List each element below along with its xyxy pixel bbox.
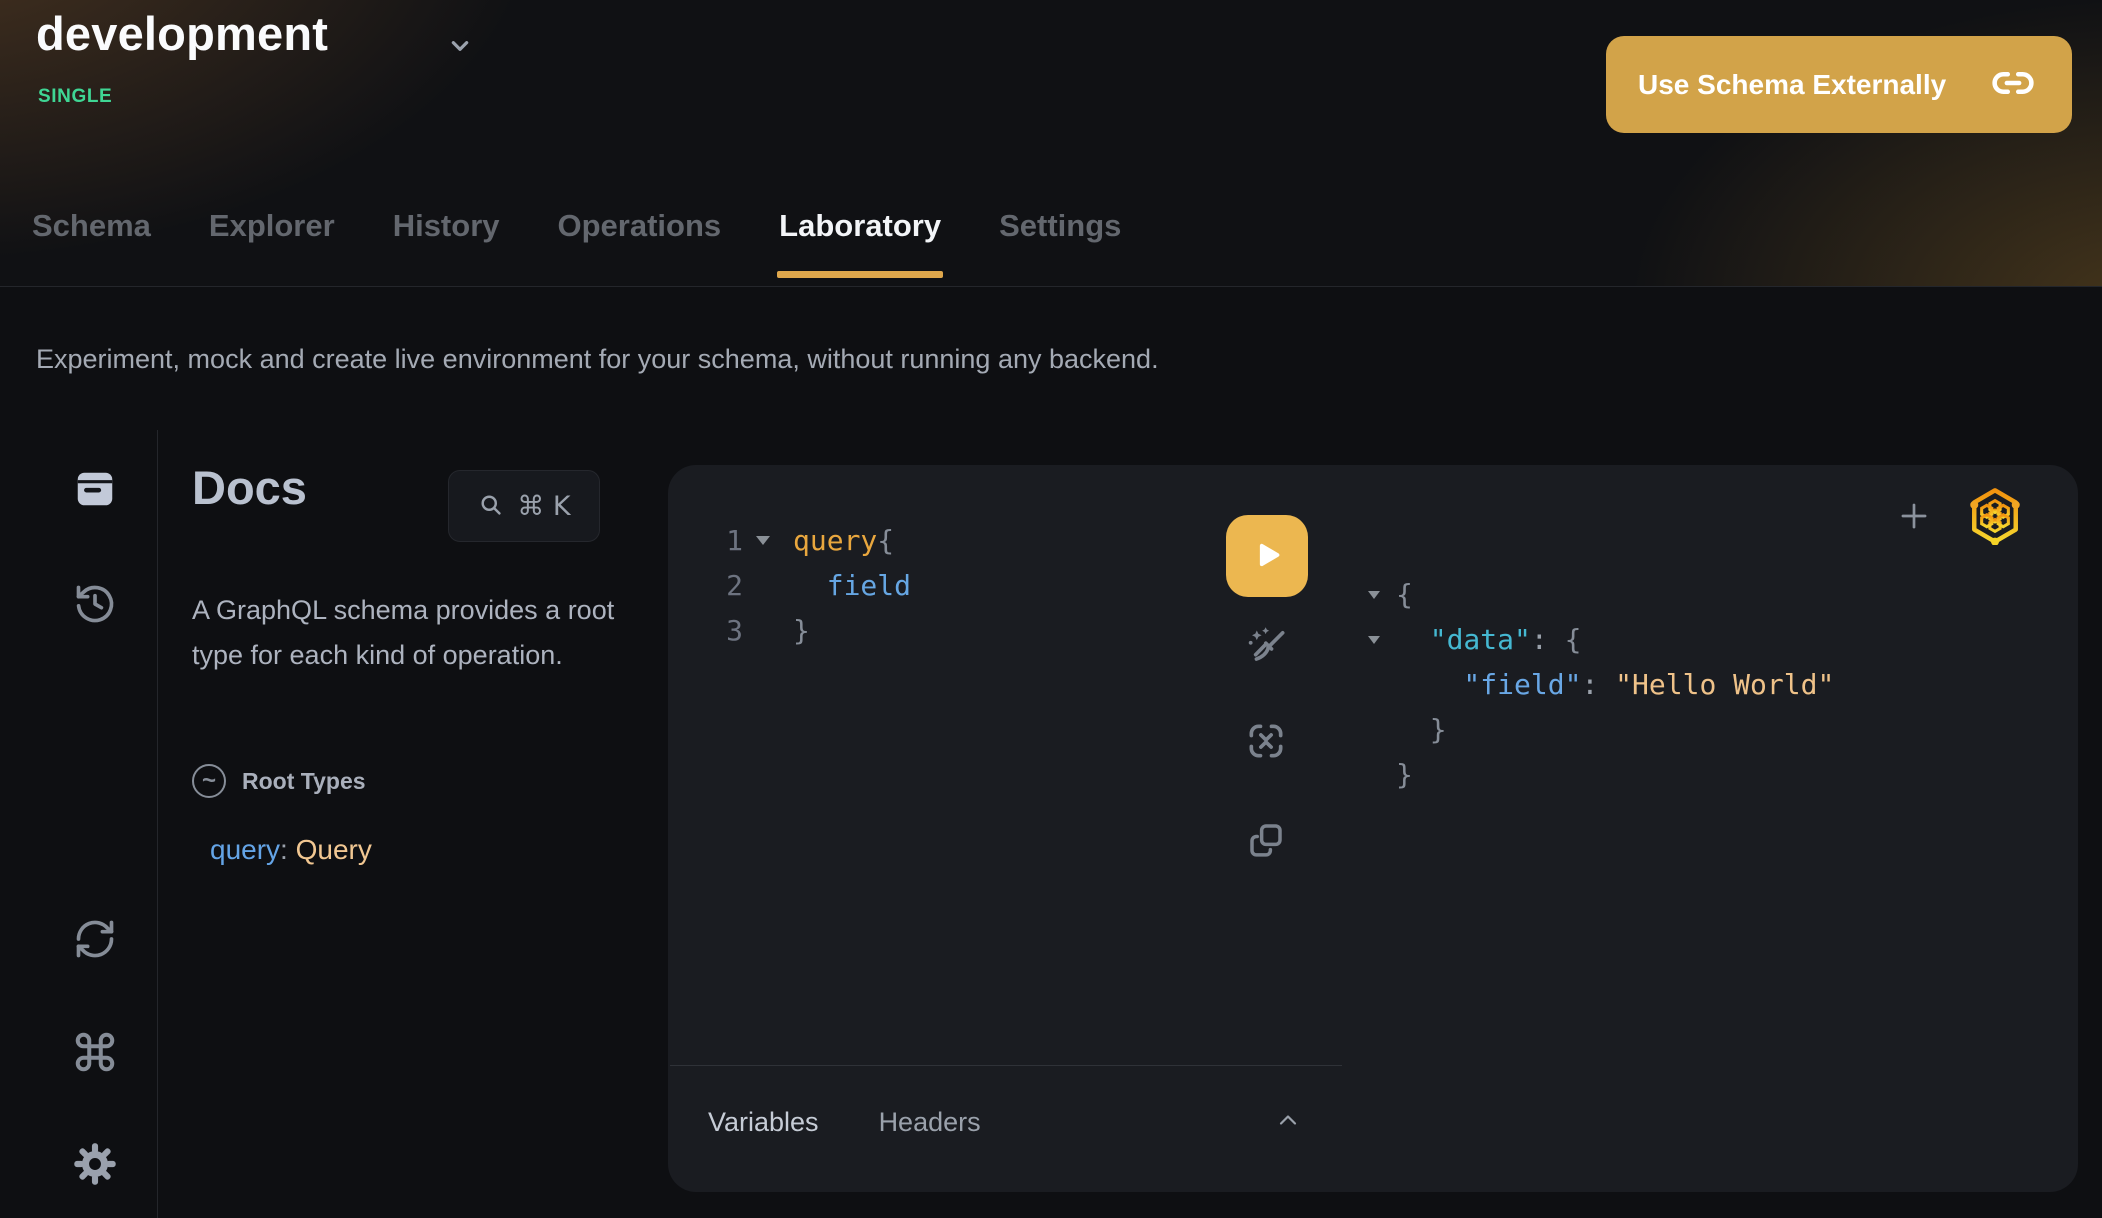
- line-number: 1: [709, 518, 743, 563]
- page-description: Experiment, mock and create live environ…: [36, 344, 1159, 375]
- editor-line: 2 field: [709, 563, 911, 608]
- tool-sidebar: [0, 430, 158, 1218]
- tab-label: Settings: [999, 208, 1121, 243]
- editor-line: 3 }: [709, 608, 911, 653]
- copy-icon: [1245, 819, 1287, 864]
- fold-triangle-icon[interactable]: [1368, 572, 1396, 617]
- token-close-brace: }: [1396, 758, 1413, 791]
- active-tab-underline: [777, 271, 943, 278]
- sidebar-item-docs[interactable]: [71, 466, 119, 514]
- root-types-heading: Root Types: [242, 768, 366, 795]
- tab-label: Operations: [558, 208, 722, 243]
- editor-footer: Variables Headers: [708, 1100, 981, 1145]
- tab-operations[interactable]: Operations: [556, 208, 724, 286]
- response-line: "data": {: [1368, 617, 1834, 662]
- token-colon: :: [1581, 668, 1615, 701]
- docs-search-button[interactable]: ⌘ K: [448, 470, 600, 542]
- root-type-link[interactable]: Query: [296, 834, 372, 865]
- response-line: }: [1368, 707, 1834, 752]
- graphiql-panel: 1 query{ 2 field 3 }: [668, 465, 2078, 1192]
- sidebar-item-settings[interactable]: [71, 1141, 119, 1189]
- docs-intro: A GraphQL schema provides a root type fo…: [192, 588, 620, 678]
- tab-settings[interactable]: Settings: [997, 208, 1123, 286]
- collapse-footer-button[interactable]: [1272, 1109, 1304, 1133]
- response-line: {: [1368, 572, 1834, 617]
- tab-label: Schema: [32, 208, 151, 243]
- sidebar-item-reload[interactable]: [71, 916, 119, 964]
- variables-tab[interactable]: Variables: [708, 1100, 819, 1145]
- page-header: development SINGLE Use Schema Externally…: [0, 0, 2102, 287]
- chevron-down-icon[interactable]: [444, 30, 476, 62]
- editor-footer-divider: [670, 1065, 1342, 1066]
- chevron-up-icon: [1272, 1108, 1304, 1135]
- tab-explorer[interactable]: Explorer: [207, 208, 337, 286]
- token-close-brace: }: [793, 614, 810, 647]
- hive-logo: [1968, 487, 2022, 545]
- search-icon: [477, 491, 505, 522]
- token-string-value: "Hello World": [1615, 668, 1834, 701]
- fold-triangle-icon[interactable]: [743, 518, 783, 563]
- fold-triangle-icon[interactable]: [1368, 617, 1396, 662]
- docs-title: Docs: [192, 460, 307, 515]
- query-editor[interactable]: 1 query{ 2 field 3 }: [709, 518, 911, 653]
- docs-book-icon: [72, 466, 118, 515]
- add-tab-button[interactable]: [1895, 498, 1933, 536]
- token-data-key: "data": [1396, 623, 1531, 656]
- use-schema-externally-button[interactable]: Use Schema Externally: [1606, 36, 2072, 133]
- page-tabs: Schema Explorer History Operations Labor…: [30, 208, 1123, 286]
- refresh-icon: [73, 917, 117, 964]
- response-viewer: { "data": { "field": "Hello World" } }: [1368, 572, 1834, 797]
- cta-label: Use Schema Externally: [1638, 69, 1946, 101]
- root-type-separator: :: [280, 834, 296, 865]
- execute-button[interactable]: [1226, 515, 1308, 597]
- token-open-brace: {: [877, 524, 894, 557]
- prettify-wand-icon: [1243, 624, 1289, 673]
- token-keyword: query: [793, 524, 877, 557]
- root-type-field[interactable]: query: [210, 834, 280, 865]
- headers-tab[interactable]: Headers: [879, 1100, 981, 1145]
- history-clock-icon: [73, 582, 117, 629]
- root-type-row: query: Query: [210, 834, 372, 866]
- prettify-button[interactable]: [1242, 624, 1290, 672]
- docs-panel: Docs ⌘ K A GraphQL schema provides a roo…: [158, 430, 672, 1218]
- tab-label: Laboratory: [779, 208, 941, 243]
- gear-icon: [72, 1141, 118, 1190]
- tab-schema[interactable]: Schema: [30, 208, 153, 286]
- tab-label: Explorer: [209, 208, 335, 243]
- token-colon: :: [1531, 623, 1565, 656]
- root-types-icon: ~: [192, 764, 226, 798]
- token-open-brace: {: [1396, 578, 1413, 611]
- play-icon: [1249, 537, 1285, 576]
- token-open-brace: {: [1565, 623, 1582, 656]
- line-number: 3: [709, 608, 743, 653]
- search-shortcut: ⌘ K: [517, 491, 570, 522]
- token-field-key: "field": [1396, 668, 1581, 701]
- plus-icon: [1895, 497, 1933, 538]
- tab-label: History: [393, 208, 500, 243]
- merge-fragments-button[interactable]: [1242, 718, 1290, 766]
- command-icon: [72, 1029, 118, 1078]
- sidebar-item-shortcuts[interactable]: [71, 1029, 119, 1077]
- token-field: field: [793, 569, 911, 602]
- laboratory-page: development SINGLE Use Schema Externally…: [0, 0, 2102, 1218]
- link-icon: [1992, 62, 2034, 107]
- token-close-brace: }: [1396, 713, 1447, 746]
- root-types-section: ~ Root Types: [192, 764, 366, 798]
- copy-query-button[interactable]: [1242, 817, 1290, 865]
- response-line: }: [1368, 752, 1834, 797]
- tab-history[interactable]: History: [391, 208, 502, 286]
- response-line: "field": "Hello World": [1368, 662, 1834, 707]
- merge-icon: [1244, 719, 1288, 766]
- sidebar-item-history[interactable]: [71, 581, 119, 629]
- environment-badge: SINGLE: [38, 86, 112, 108]
- workspace-title: development: [36, 6, 328, 61]
- editor-line: 1 query{: [709, 518, 911, 563]
- tab-laboratory[interactable]: Laboratory: [777, 208, 943, 286]
- line-number: 2: [709, 563, 743, 608]
